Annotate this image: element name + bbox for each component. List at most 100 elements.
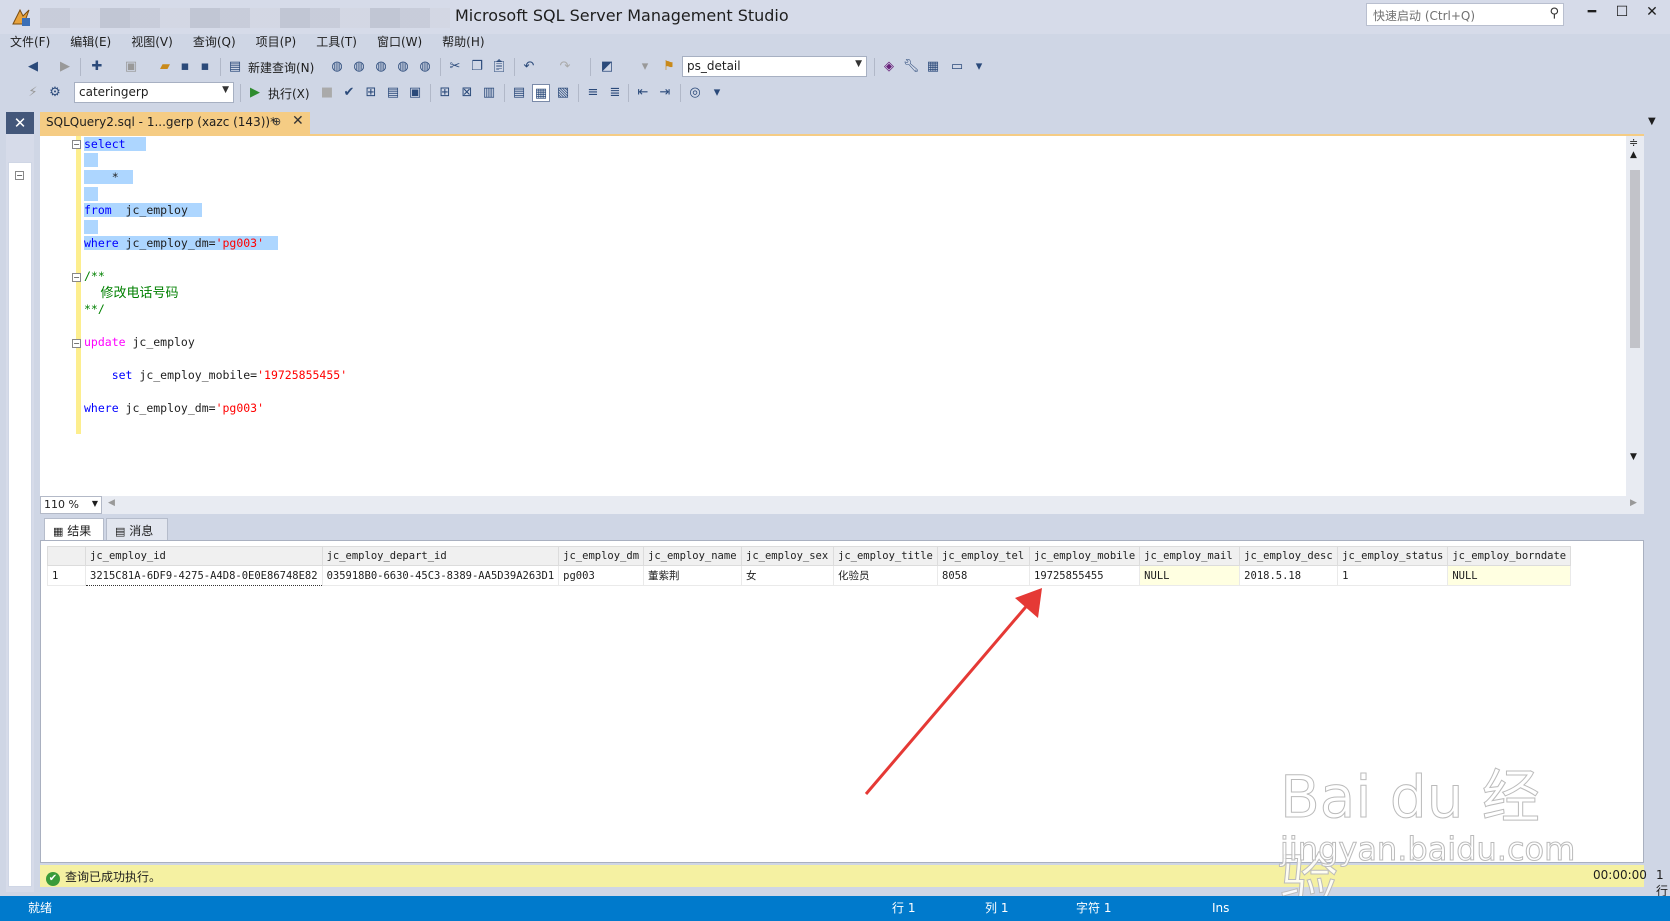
cut-icon[interactable]: ✂ xyxy=(446,58,464,76)
column-header[interactable]: jc_employ_depart_id xyxy=(321,546,560,566)
row-number[interactable]: 1 xyxy=(47,565,86,586)
comment-lines-icon[interactable]: ≡ xyxy=(584,84,602,102)
corner-cell[interactable] xyxy=(47,546,86,566)
column-header[interactable]: jc_employ_status xyxy=(1337,546,1449,566)
column-header[interactable]: jc_employ_borndate xyxy=(1447,546,1572,566)
close-button[interactable]: ✕ xyxy=(1634,4,1670,26)
specify-template-values-icon[interactable]: ◎ xyxy=(686,84,704,102)
dax-query-icon[interactable]: ◍ xyxy=(416,58,434,76)
save-all-icon[interactable]: ▪ xyxy=(196,58,214,76)
cell-sex[interactable]: 女 xyxy=(741,565,835,586)
save-icon[interactable]: ▪ xyxy=(176,58,194,76)
cell-depart-id[interactable]: 035918B0-6630-45C3-8389-AA5D39A263D1 xyxy=(321,565,560,586)
new-project-icon[interactable]: ✚ xyxy=(88,58,106,76)
redo-icon[interactable]: ↷ xyxy=(556,58,574,76)
quick-launch-input[interactable]: 快速启动 (Ctrl+Q) ⚲ xyxy=(1366,3,1564,26)
column-header[interactable]: jc_employ_name xyxy=(643,546,743,566)
increase-indent-icon[interactable]: ⇥ xyxy=(656,84,674,102)
parse-icon[interactable]: ✔ xyxy=(340,84,358,102)
column-header[interactable]: jc_employ_tel xyxy=(937,546,1031,566)
menu-project[interactable]: 项目(P) xyxy=(246,32,307,52)
find-icon[interactable]: ⚑ xyxy=(660,58,678,76)
menu-query[interactable]: 查询(Q) xyxy=(183,32,246,52)
dmx-query-icon[interactable]: ◍ xyxy=(372,58,390,76)
execute-button[interactable]: 执行(X) xyxy=(268,85,310,102)
open-folder-icon[interactable]: ▰ xyxy=(156,58,174,76)
wrench-icon[interactable]: 🔧︎ xyxy=(902,58,920,76)
scroll-right-icon[interactable]: ▶ xyxy=(1630,498,1637,508)
new-query-button[interactable]: 新建查询(N) xyxy=(248,59,314,76)
solution-config-combo[interactable]: ps_detail ▼ xyxy=(682,56,867,77)
mdx-query-icon[interactable]: ◍ xyxy=(350,58,368,76)
results-to-grid-icon[interactable]: ▦ xyxy=(532,84,550,102)
menu-view[interactable]: 视图(V) xyxy=(121,32,183,52)
tab-close-icon[interactable]: ✕ xyxy=(292,113,304,129)
forward-icon[interactable]: ▶ xyxy=(56,58,74,76)
cell-desc[interactable]: 2018.5.18 xyxy=(1239,565,1339,586)
query-options-icon[interactable]: ▤ xyxy=(384,84,402,102)
add-item-icon[interactable]: ▣ xyxy=(122,58,140,76)
fold-toggle-icon[interactable]: − xyxy=(72,140,81,149)
menu-tools[interactable]: 工具(T) xyxy=(306,32,367,52)
uncomment-lines-icon[interactable]: ≣ xyxy=(606,84,624,102)
connect-icon[interactable]: ⚡ xyxy=(24,84,42,102)
close-icon[interactable]: ✕ xyxy=(6,112,34,134)
scroll-up-icon[interactable]: ▲ xyxy=(1630,150,1637,160)
scroll-left-icon[interactable]: ◀ xyxy=(108,498,115,508)
menu-file[interactable]: 文件(F) xyxy=(0,32,60,52)
intellisense-icon[interactable]: ▣ xyxy=(406,84,424,102)
column-header[interactable]: jc_employ_mobile xyxy=(1029,546,1141,566)
cell-mail[interactable]: NULL xyxy=(1139,565,1241,586)
xmla-query-icon[interactable]: ◍ xyxy=(394,58,412,76)
column-header[interactable]: jc_employ_desc xyxy=(1239,546,1339,566)
toolbar-options-icon[interactable]: ▾ xyxy=(708,84,726,102)
cell-dm[interactable]: pg003 xyxy=(558,565,645,586)
vs-icon[interactable]: ◈ xyxy=(880,58,898,76)
undo-icon[interactable]: ↶ xyxy=(520,58,538,76)
menu-window[interactable]: 窗口(W) xyxy=(367,32,432,52)
menu-help[interactable]: 帮助(H) xyxy=(432,32,494,52)
fold-toggle-icon[interactable]: − xyxy=(72,339,81,348)
decrease-indent-icon[interactable]: ⇤ xyxy=(634,84,652,102)
cancel-query-icon[interactable]: ■ xyxy=(318,84,336,102)
tab-sqlquery2[interactable]: SQLQuery2.sql - 1...gerp (xazc (143))* ⊕… xyxy=(40,112,310,134)
zoom-combo[interactable]: 110 % ▼ xyxy=(40,496,102,514)
column-header[interactable]: jc_employ_dm xyxy=(558,546,645,566)
fold-toggle-icon[interactable]: − xyxy=(72,273,81,282)
column-header[interactable]: jc_employ_sex xyxy=(741,546,835,566)
split-icon[interactable]: ≑ xyxy=(1629,136,1638,149)
column-header[interactable]: jc_employ_mail xyxy=(1139,546,1241,566)
command-window-icon[interactable]: ▭ xyxy=(948,58,966,76)
change-connection-icon[interactable]: ⚙ xyxy=(46,84,64,102)
new-query-icon[interactable]: ▤ xyxy=(226,58,244,76)
scroll-down-icon[interactable]: ▼ xyxy=(1630,452,1637,462)
editor-vertical-scrollbar[interactable]: ≑ ▲ ▼ xyxy=(1626,136,1644,496)
include-plan-icon[interactable]: ⊞ xyxy=(436,84,454,102)
collapse-icon[interactable]: − xyxy=(15,171,24,180)
results-to-text-icon[interactable]: ▤ xyxy=(510,84,528,102)
database-combo[interactable]: cateringerp ▼ xyxy=(74,82,234,103)
paste-icon[interactable]: 📋︎ xyxy=(490,58,508,76)
cell-employ-id[interactable]: 3215C81A-6DF9-4275-A4D8-0E0E86748E82 xyxy=(85,565,323,586)
results-to-file-icon[interactable]: ▧ xyxy=(554,84,572,102)
live-stats-icon[interactable]: ⊠ xyxy=(458,84,476,102)
table-row[interactable]: 1 3215C81A-6DF9-4275-A4D8-0E0E86748E82 0… xyxy=(47,565,1572,586)
execute-icon[interactable]: ▶ xyxy=(246,84,264,102)
cell-name[interactable]: 董紫荆 xyxy=(643,565,743,586)
tab-messages[interactable]: ▤ 消息 xyxy=(106,518,168,540)
activity-monitor-icon[interactable]: ◩ xyxy=(598,58,616,76)
toolbar-options-icon[interactable]: ▾ xyxy=(970,58,988,76)
toolbox-icon[interactable]: ▦ xyxy=(924,58,942,76)
client-stats-icon[interactable]: ▥ xyxy=(480,84,498,102)
config-dropdown-icon[interactable]: ▾ xyxy=(636,58,654,76)
cell-status[interactable]: 1 xyxy=(1337,565,1449,586)
pin-icon[interactable]: ⊕ xyxy=(272,115,281,128)
menu-edit[interactable]: 编辑(E) xyxy=(60,32,121,52)
sql-editor[interactable]: − − − select * from jc_employ where jc_e… xyxy=(40,134,1644,496)
back-icon[interactable]: ◀ xyxy=(24,58,42,76)
column-header[interactable]: jc_employ_id xyxy=(85,546,323,566)
database-engine-query-icon[interactable]: ◍ xyxy=(328,58,346,76)
scroll-thumb[interactable] xyxy=(1630,170,1640,348)
copy-icon[interactable]: ❐ xyxy=(468,58,486,76)
tab-overflow-icon[interactable]: ▼ xyxy=(1648,116,1656,127)
